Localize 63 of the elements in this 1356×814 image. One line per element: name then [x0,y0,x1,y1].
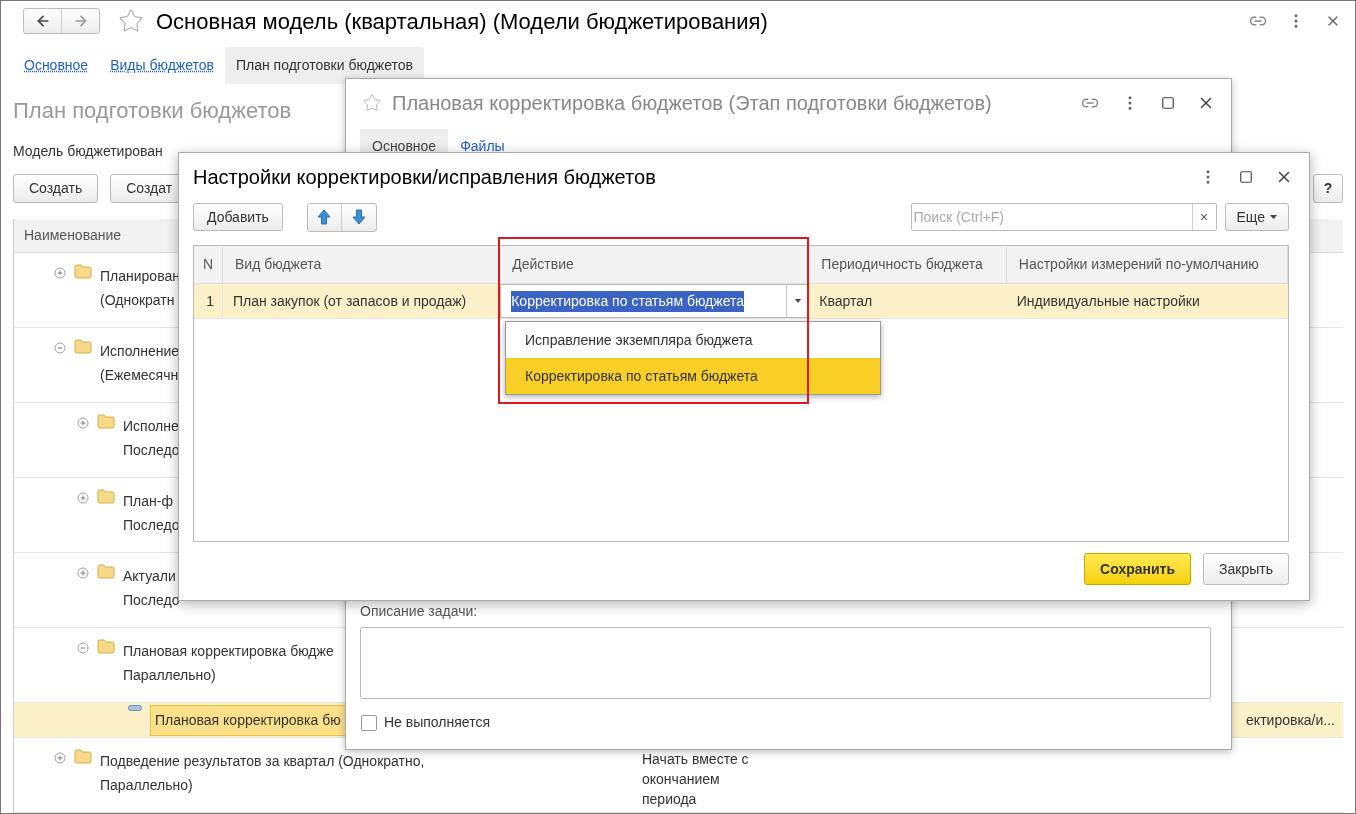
folder-icon [74,749,92,764]
selected-text: Корректировка по статьям бюджета [511,290,745,312]
expand-icon[interactable] [54,752,66,764]
tree-item-label: Подведение результатов за квартал (Однократно, Параллельно) [100,752,425,795]
table-cell: 1 [194,284,223,318]
maximize-icon[interactable] [1161,96,1175,110]
field-label: Модель бюджетирован [13,142,163,161]
create-button[interactable]: Создать [13,174,99,203]
item-icon [128,704,142,711]
expand-icon[interactable] [77,492,89,504]
dropdown-option[interactable]: Корректировка по статьям бюджета [506,358,880,394]
add-button[interactable]: Добавить [193,203,283,231]
save-button[interactable]: Сохранить [1084,553,1192,585]
folder-icon [74,264,92,279]
start-condition-text: Начать вместе с окончанием периода [642,750,750,809]
column-header[interactable]: N [194,246,223,283]
table-cell-text: Квартал [818,291,874,311]
arrow-up-icon [317,209,332,225]
expand-icon[interactable] [54,267,66,279]
expand-icon[interactable] [77,567,89,579]
more-button[interactable]: Еще [1224,203,1289,231]
close-button[interactable]: Закрыть [1203,553,1289,585]
action-dropdown[interactable]: Корректировка по статьям бюджета [500,284,810,318]
checkbox[interactable] [361,714,377,731]
tab[interactable]: Основное [360,129,449,155]
tab[interactable]: Основное [13,47,100,84]
collapse-icon[interactable] [77,642,89,654]
tree-item-label: Исполне Последо [123,417,180,460]
window-title: Основная модель (квартальная) (Модели бюджетирования) [156,7,768,36]
tab[interactable]: Виды бюджетов [99,47,225,84]
checkbox-label: Не выполняется [384,713,490,732]
column-header[interactable]: Настройки измерений по-умолчанию [1006,246,1288,283]
clear-search-button[interactable]: × [1191,204,1216,230]
section-title: План подготовки бюджетов [13,97,292,125]
table-cell-text: Индивидуальные настройки [1015,291,1201,311]
search-field[interactable]: Поиск (Ctrl+F) × [910,203,1217,231]
folder-icon [97,564,115,579]
tree-item-label: Планирован (Однократн [100,267,180,310]
folder-icon [97,639,115,654]
tree-item-label: Плановая корректировка бюдже Параллельно) [123,642,334,685]
favorite-star-icon[interactable] [362,93,382,113]
folder-icon [97,414,115,429]
tab[interactable]: План подготовки бюджетов [225,47,424,84]
dialog-title: Настройки корректировки/исправления бюджетов [193,165,656,190]
table-row[interactable]: 1 План закупок (от запасов и продаж) Корректировка по статьям бюджета Квартал Индивидуальные настройки [194,284,1288,319]
field-label: Описание задачи: [359,602,479,621]
table-cell-text: ектировка/и... [1245,710,1336,730]
tree-item-label: Актуали Последо [123,567,180,610]
tab[interactable]: Файлы [448,129,517,155]
description-field[interactable] [360,627,1211,699]
dropdown-option[interactable]: Исправление экземпляра бюджета [506,322,880,358]
help-button[interactable]: ? [1313,174,1343,203]
tree-item-label: Исполнение (Ежемесячн [100,342,180,385]
expand-icon[interactable] [77,417,89,429]
arrow-down-icon [351,209,366,225]
maximize-icon[interactable] [1239,170,1253,184]
folder-icon [74,339,92,354]
collapse-icon[interactable] [54,342,66,354]
tree-item-label: План-ф Последо [123,492,180,535]
caret-icon [794,299,801,303]
folder-icon [97,489,115,504]
table-cell-text: План закупок (от запасов и продаж) [231,291,468,311]
window-title: Плановая корректировка бюджетов (Этап подготовки бюджетов) [392,91,992,116]
